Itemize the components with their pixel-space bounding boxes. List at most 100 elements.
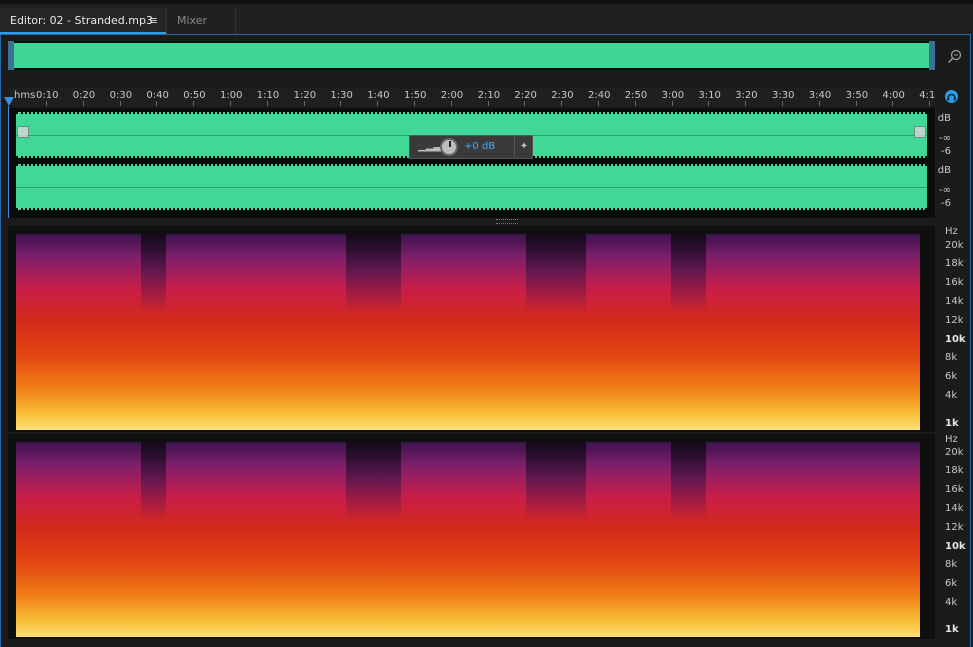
hz-label: 6k <box>945 371 958 382</box>
ruler-label: 2:40 <box>588 90 611 101</box>
ruler-label: 3:40 <box>808 90 832 101</box>
tab-mixer[interactable]: Mixer <box>166 8 236 34</box>
time-ruler[interactable]: hms 0:10 0:20 0:30 0:40 0:50 1:00 1:10 1:20 1:30… <box>8 88 935 106</box>
overview-waveform[interactable] <box>8 41 935 70</box>
hz-label: 8k <box>945 352 958 363</box>
ruler-tick <box>487 101 489 106</box>
tab-menu-icon[interactable]: ≡ <box>149 8 158 34</box>
ruler-label: 2:10 <box>477 90 501 101</box>
hz-label: 12k <box>945 315 964 326</box>
hz-label: 12k <box>945 522 964 533</box>
hz-label: 10k <box>945 541 966 552</box>
hz-label: 20k <box>945 447 964 458</box>
hz-label: 8k <box>945 559 958 570</box>
spectral-display-1 <box>16 234 920 430</box>
hz-unit-label: Hz <box>945 226 958 237</box>
zoom-icon[interactable] <box>947 48 963 68</box>
ruler-label: 1:20 <box>293 90 317 101</box>
hz-label: 1k <box>945 624 959 635</box>
ruler-tick <box>230 101 231 106</box>
ruler-tick <box>119 101 121 106</box>
ruler-tick <box>634 101 636 106</box>
ruler-label: 2:30 <box>551 90 574 101</box>
hz-label: 18k <box>945 258 964 269</box>
divider-grip-icon[interactable] <box>496 219 518 224</box>
spectral-display-2 <box>16 442 920 637</box>
hz-label: 10k <box>945 334 966 345</box>
hz-label: 20k <box>945 240 964 251</box>
hz-label: 16k <box>945 484 964 495</box>
ruler-tick <box>708 101 710 106</box>
tab-bar: Editor: 02 - Stranded.mp3 ≡ Mixer <box>0 0 973 34</box>
ruler-tick <box>929 101 931 106</box>
ruler-tick <box>450 101 452 106</box>
ruler-tick <box>855 101 857 106</box>
hz-label: 14k <box>945 503 964 514</box>
ruler-tick <box>524 101 526 106</box>
ruler-unit-label: hms <box>14 90 36 101</box>
panel-divider[interactable] <box>8 218 935 226</box>
ruler-label: 1:50 <box>404 90 427 101</box>
ch1-db-inf: -∞ <box>939 133 951 144</box>
ruler-label: 0:20 <box>72 90 96 101</box>
ruler-label: 2:00 <box>440 90 464 101</box>
ruler-label: 4:00 <box>882 90 905 101</box>
volume-value[interactable]: +0 dB <box>464 141 495 152</box>
ruler-tick <box>414 101 415 106</box>
ruler-tick <box>156 101 158 106</box>
ruler-tick <box>82 101 84 106</box>
ruler-label: 1:30 <box>330 90 353 101</box>
fade-out-handle[interactable] <box>914 126 926 138</box>
ch2-db-unit: dB <box>937 165 951 176</box>
spectral-channel-2[interactable] <box>8 434 935 639</box>
ruler-tick <box>671 101 673 106</box>
ruler-tick <box>782 101 783 106</box>
ruler-tick <box>266 101 268 106</box>
tab-mixer-label: Mixer <box>177 14 208 27</box>
knob-icon[interactable] <box>440 138 458 156</box>
ch2-db-inf: -∞ <box>939 185 951 196</box>
ruler-label: 1:40 <box>367 90 390 101</box>
ch2-db-minus6: -6 <box>941 198 951 209</box>
overview-waveform-fill <box>12 43 931 68</box>
ruler-label: 3:50 <box>845 90 869 101</box>
waveform-channel-2[interactable] <box>16 164 927 210</box>
ruler-tick <box>818 101 820 106</box>
ruler-tick <box>892 101 894 106</box>
ruler-tick <box>340 101 342 106</box>
ruler-tick <box>598 101 599 106</box>
ruler-tick <box>46 101 47 106</box>
hz-unit-label: Hz <box>945 434 958 445</box>
overview-left-handle[interactable] <box>8 41 14 70</box>
ruler-label: 0:10 <box>36 90 59 101</box>
ruler-tick <box>745 101 747 106</box>
fade-in-handle[interactable] <box>17 126 29 138</box>
ruler-label: 0:50 <box>183 90 206 101</box>
ruler-label: 3:10 <box>698 90 721 101</box>
ruler-label: 1:00 <box>220 90 243 101</box>
headphones-icon[interactable] <box>945 90 958 103</box>
ruler-label: 1:10 <box>256 90 280 101</box>
pin-icon[interactable]: ✦ <box>514 137 533 157</box>
waveform-area[interactable] <box>8 108 935 218</box>
ruler-tick <box>377 101 379 106</box>
spectral-channel-1[interactable] <box>8 226 935 432</box>
ruler-label: 4:1 <box>919 90 936 101</box>
ruler-label: 2:20 <box>514 90 537 101</box>
ruler-label: 0:30 <box>109 90 133 101</box>
hz-label: 18k <box>945 465 964 476</box>
ruler-label: 3:30 <box>772 90 795 101</box>
hz-label: 4k <box>945 390 958 401</box>
hz-label: 1k <box>945 418 959 429</box>
ruler-label: 3:00 <box>661 90 685 101</box>
playhead-line <box>8 106 9 226</box>
hz-label: 6k <box>945 578 958 589</box>
tab-editor[interactable]: Editor: 02 - Stranded.mp3 ≡ <box>0 8 166 34</box>
hz-label: 14k <box>945 296 964 307</box>
ch1-db-unit: dB <box>937 113 951 124</box>
ruler-tick <box>561 101 563 106</box>
overview-right-handle[interactable] <box>929 41 935 70</box>
ruler-tick <box>303 101 305 106</box>
hz-label: 16k <box>945 277 964 288</box>
playhead[interactable] <box>4 97 14 106</box>
